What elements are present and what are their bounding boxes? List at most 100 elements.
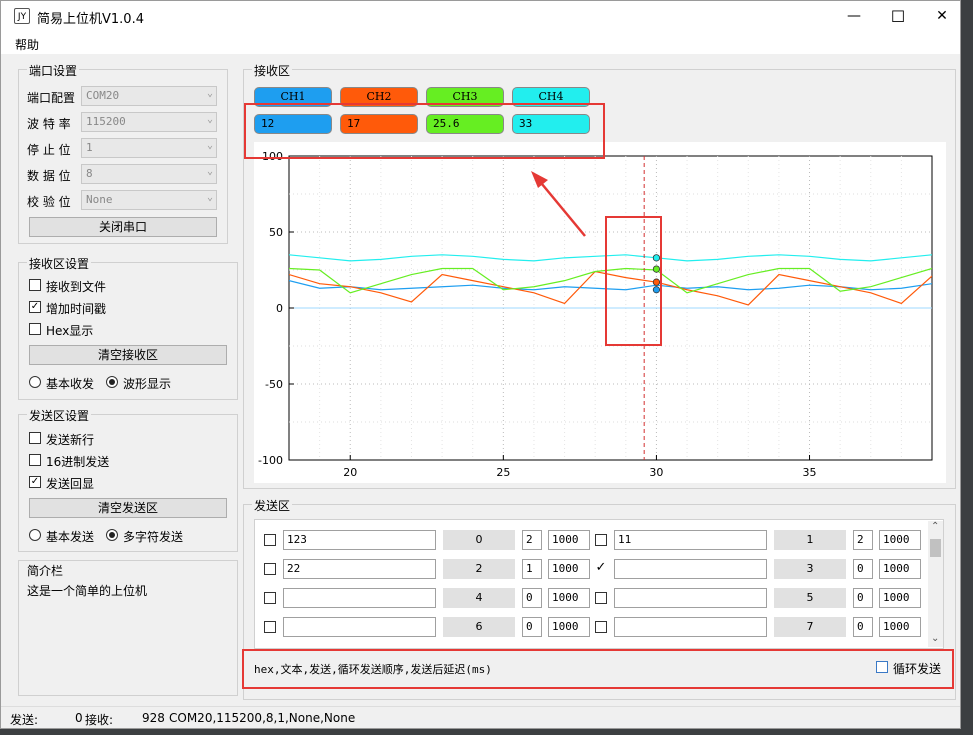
send-button[interactable]: 0 (443, 530, 515, 550)
send-order-input[interactable]: 0 (853, 559, 873, 579)
send-order-input[interactable]: 0 (853, 617, 873, 637)
intro-group (18, 560, 238, 696)
basic-recv-radio[interactable] (29, 376, 41, 388)
title-bar: JY 简易上位机V1.0.4 — ☐ ✕ (1, 1, 960, 32)
send-count-label: 发送: (10, 713, 39, 727)
status-bar: 发送: 0 接收: 928 COM20,115200,8,1,None,None (1, 706, 960, 729)
data-bits-label: 数 据 位 (27, 169, 71, 183)
annotation-box-values (244, 103, 605, 159)
intro-title: 简介栏 (27, 564, 64, 578)
close-button[interactable]: ✕ (919, 1, 965, 32)
send-list-scrollbar[interactable]: ⌃ ⌄ (928, 521, 943, 647)
send-button[interactable]: 7 (774, 617, 846, 637)
send-newline-checkbox[interactable] (29, 432, 41, 444)
send-delay-input[interactable]: 1000 (548, 588, 590, 608)
send-text-input[interactable] (614, 617, 767, 637)
send-delay-input[interactable]: 1000 (879, 559, 921, 579)
send-delay-input[interactable]: 1000 (548, 530, 590, 550)
data-bits-value: 8 (86, 167, 93, 180)
send-button[interactable]: 3 (774, 559, 846, 579)
chevron-down-icon: ⌄ (206, 166, 213, 177)
send-delay-input[interactable]: 1000 (879, 617, 921, 637)
send-button[interactable]: 6 (443, 617, 515, 637)
chevron-down-icon: ⌄ (206, 88, 213, 99)
main-window: JY 简易上位机V1.0.4 — ☐ ✕ 帮助 端口设置 端口配置 COM20 ⌄… (0, 0, 961, 729)
send-text-input[interactable] (283, 617, 436, 637)
send-text-input[interactable] (283, 588, 436, 608)
timestamp-label: 增加时间戳 (46, 302, 107, 316)
menu-bar: 帮助 (1, 32, 960, 54)
send-button[interactable]: 2 (443, 559, 515, 579)
parity-select[interactable]: None ⌄ (81, 190, 217, 210)
send-button[interactable]: 5 (774, 588, 846, 608)
port-info: COM20,115200,8,1,None,None (169, 711, 356, 725)
send-row-checkbox[interactable] (264, 621, 276, 633)
chevron-down-icon: ⌄ (206, 114, 213, 125)
clear-send-button[interactable]: 清空发送区 (29, 498, 227, 518)
send-row-checkbox[interactable] (595, 534, 607, 546)
send-order-input[interactable]: 2 (853, 530, 873, 550)
send-row-checkbox[interactable] (264, 534, 276, 546)
recv-area-title: 接收区 (252, 62, 293, 79)
x-tick-label: 25 (496, 466, 510, 479)
minimize-button[interactable]: — (831, 1, 877, 32)
hex-send-checkbox[interactable] (29, 454, 41, 466)
send-text-input[interactable]: 22 (283, 559, 436, 579)
scroll-down-icon[interactable]: ⌄ (931, 633, 939, 644)
stop-bits-select[interactable]: 1 ⌄ (81, 138, 217, 158)
send-delay-input[interactable]: 1000 (879, 588, 921, 608)
basic-recv-label: 基本收发 (46, 377, 95, 391)
send-row-checkbox[interactable] (595, 592, 607, 604)
waveform-plot[interactable]: 100 50 0 -50 -100 20 25 30 35 (254, 142, 946, 483)
send-row-checkbox[interactable]: ✓ (595, 561, 607, 575)
send-row-checkbox[interactable] (595, 621, 607, 633)
send-order-input[interactable]: 2 (522, 530, 542, 550)
port-config-select[interactable]: COM20 ⌄ (81, 86, 217, 106)
scrollbar-thumb[interactable] (930, 539, 941, 557)
send-delay-input[interactable]: 1000 (548, 617, 590, 637)
recv-to-file-label: 接收到文件 (46, 280, 107, 294)
basic-send-radio[interactable] (29, 529, 41, 541)
baud-rate-select[interactable]: 115200 ⌄ (81, 112, 217, 132)
send-button[interactable]: 4 (443, 588, 515, 608)
menu-help[interactable]: 帮助 (15, 36, 39, 53)
send-settings-title: 发送区设置 (27, 407, 92, 424)
send-order-input[interactable]: 0 (522, 617, 542, 637)
waveform-radio[interactable] (106, 376, 118, 388)
chevron-down-icon: ⌄ (206, 192, 213, 203)
waveform-label: 波形显示 (123, 377, 172, 391)
data-bits-select[interactable]: 8 ⌄ (81, 164, 217, 184)
send-row-checkbox[interactable] (264, 592, 276, 604)
send-button[interactable]: 1 (774, 530, 846, 550)
multi-send-radio[interactable] (106, 529, 118, 541)
x-tick-label: 20 (343, 466, 357, 479)
annotation-box-markers (605, 216, 662, 346)
parity-value: None (86, 193, 113, 206)
send-text-input[interactable]: 123 (283, 530, 436, 550)
send-newline-label: 发送新行 (46, 433, 95, 447)
send-text-input[interactable] (614, 559, 767, 579)
hex-send-label: 16进制发送 (46, 455, 110, 469)
stop-bits-value: 1 (86, 141, 93, 154)
hex-display-checkbox[interactable] (29, 323, 41, 335)
close-port-button[interactable]: 关闭串口 (29, 217, 217, 237)
send-order-input[interactable]: 1 (522, 559, 542, 579)
timestamp-checkbox[interactable]: ✓ (29, 301, 41, 313)
waveform-svg: 100500-50-10020 25 30 35 (258, 150, 933, 479)
send-delay-input[interactable]: 1000 (879, 530, 921, 550)
send-delay-input[interactable]: 1000 (548, 559, 590, 579)
send-order-input[interactable]: 0 (522, 588, 542, 608)
maximize-button[interactable]: ☐ (875, 1, 921, 32)
echo-checkbox[interactable]: ✓ (29, 476, 41, 488)
echo-label: 发送回显 (46, 477, 95, 491)
send-row-checkbox[interactable] (264, 563, 276, 575)
y-tick-label: -50 (265, 378, 283, 391)
scroll-up-icon[interactable]: ⌃ (931, 521, 939, 532)
send-text-input[interactable]: 11 (614, 530, 767, 550)
clear-recv-button[interactable]: 清空接收区 (29, 345, 227, 365)
recv-to-file-checkbox[interactable] (29, 279, 41, 291)
send-text-input[interactable] (614, 588, 767, 608)
recv-count: 928 (142, 711, 165, 725)
send-order-input[interactable]: 0 (853, 588, 873, 608)
x-tick-label: 35 (803, 466, 817, 479)
